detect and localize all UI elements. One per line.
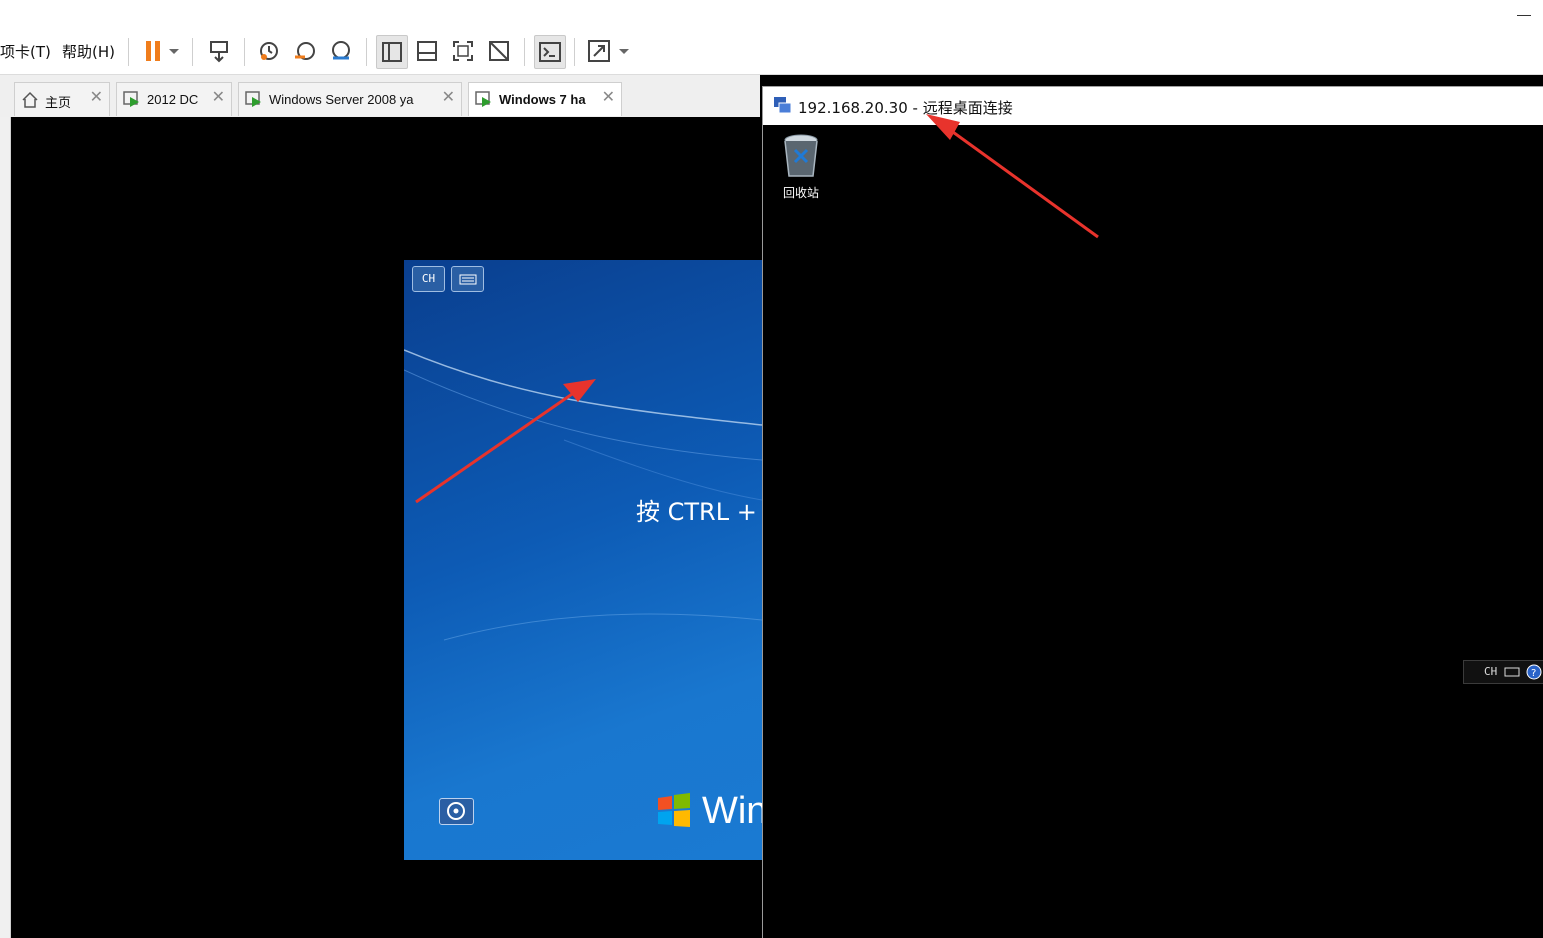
library-sidebar[interactable] (0, 117, 11, 938)
language-chip[interactable]: CH (412, 266, 445, 292)
console-icon (539, 42, 561, 62)
keyboard-icon (459, 274, 476, 285)
tab-bar: 主页 ✕ 2012 DC ✕ Windows Server 2008 ya ✕ … (0, 75, 760, 117)
library-view-button[interactable] (376, 35, 408, 69)
ease-of-access-button[interactable] (439, 798, 474, 825)
send-keys-icon (210, 41, 228, 63)
rdp-title: 192.168.20.30 - 远程桌面连接 (798, 99, 1013, 117)
windows-logo-icon (658, 793, 690, 827)
vm-icon (475, 91, 491, 107)
close-icon[interactable]: ✕ (90, 89, 103, 107)
power-dropdown[interactable] (164, 35, 182, 67)
library-view-icon (382, 42, 402, 62)
snapshot-manager-button[interactable] (326, 35, 356, 67)
vm-icon (245, 91, 261, 107)
snapshot-icon (260, 42, 278, 60)
send-ctrl-alt-del-button[interactable] (204, 35, 234, 67)
vm-console[interactable]: CH 按 CTRL + Win (404, 260, 762, 860)
wallpaper-swoosh (404, 349, 762, 641)
console-view-button[interactable] (534, 35, 566, 69)
keyboard-button[interactable] (451, 266, 484, 292)
recycle-bin-shortcut[interactable]: 回收站 (779, 132, 823, 202)
close-icon[interactable]: ✕ (602, 89, 615, 107)
thumbnail-view-icon (417, 41, 437, 61)
pause-icon (146, 41, 160, 61)
tab-label: 主页 (45, 95, 72, 110)
ease-of-access-icon (447, 802, 465, 820)
home-icon (22, 91, 38, 108)
stretch-icon (588, 40, 610, 62)
rdp-titlebar[interactable]: 192.168.20.30 - 远程桌面连接 (763, 86, 1543, 125)
close-icon[interactable]: ✕ (212, 89, 225, 107)
keyboard-icon[interactable] (1504, 666, 1520, 678)
menu-help[interactable]: 帮助(H) (62, 41, 115, 62)
remote-desktop-window[interactable]: 192.168.20.30 - 远程桌面连接 回收站 CH ? (762, 86, 1543, 938)
take-snapshot-button[interactable] (254, 35, 284, 67)
window-titlebar (0, 0, 1543, 30)
menu-tabs[interactable]: 项卡(T) (0, 41, 51, 62)
unity-button[interactable] (484, 35, 514, 67)
language-indicator[interactable]: CH (1484, 665, 1497, 678)
fullscreen-icon (453, 41, 473, 61)
minimize-button[interactable] (1517, 6, 1531, 20)
remote-desktop-icon (774, 97, 792, 114)
tab-home[interactable]: 主页 ✕ (14, 82, 110, 116)
tab-2012-dc[interactable]: 2012 DC ✕ (116, 82, 232, 116)
dropdown-icon (169, 49, 179, 54)
vm-icon (123, 91, 139, 107)
tab-label: Windows 7 ha (499, 92, 586, 107)
windows-brand-text: Win (702, 790, 762, 832)
stretch-dropdown[interactable] (614, 35, 632, 67)
dropdown-icon (619, 49, 629, 54)
language-bar[interactable]: CH ? (1463, 660, 1543, 684)
tab-label: 2012 DC (147, 92, 199, 107)
help-icon[interactable]: ? (1526, 664, 1542, 680)
revert-snapshot-icon (295, 42, 315, 60)
revert-snapshot-button[interactable] (290, 35, 320, 67)
close-icon[interactable]: ✕ (442, 89, 455, 107)
fullscreen-button[interactable] (448, 35, 478, 67)
thumbnail-view-button[interactable] (412, 35, 442, 67)
stretch-button[interactable] (584, 35, 614, 67)
recycle-bin-icon (784, 134, 818, 177)
tab-windows-server-2008[interactable]: Windows Server 2008 ya ✕ (238, 82, 462, 116)
tab-windows-7[interactable]: Windows 7 ha ✕ (468, 82, 622, 116)
tab-label: Windows Server 2008 ya (269, 92, 414, 107)
snapshot-manager-icon (332, 41, 350, 60)
svg-text:?: ? (1531, 668, 1536, 679)
toolbar: 项卡(T) 帮助(H) (0, 30, 1543, 75)
unity-icon (489, 41, 509, 61)
recycle-bin-label: 回收站 (782, 186, 819, 200)
ctrl-alt-del-prompt: 按 CTRL + (636, 498, 757, 526)
